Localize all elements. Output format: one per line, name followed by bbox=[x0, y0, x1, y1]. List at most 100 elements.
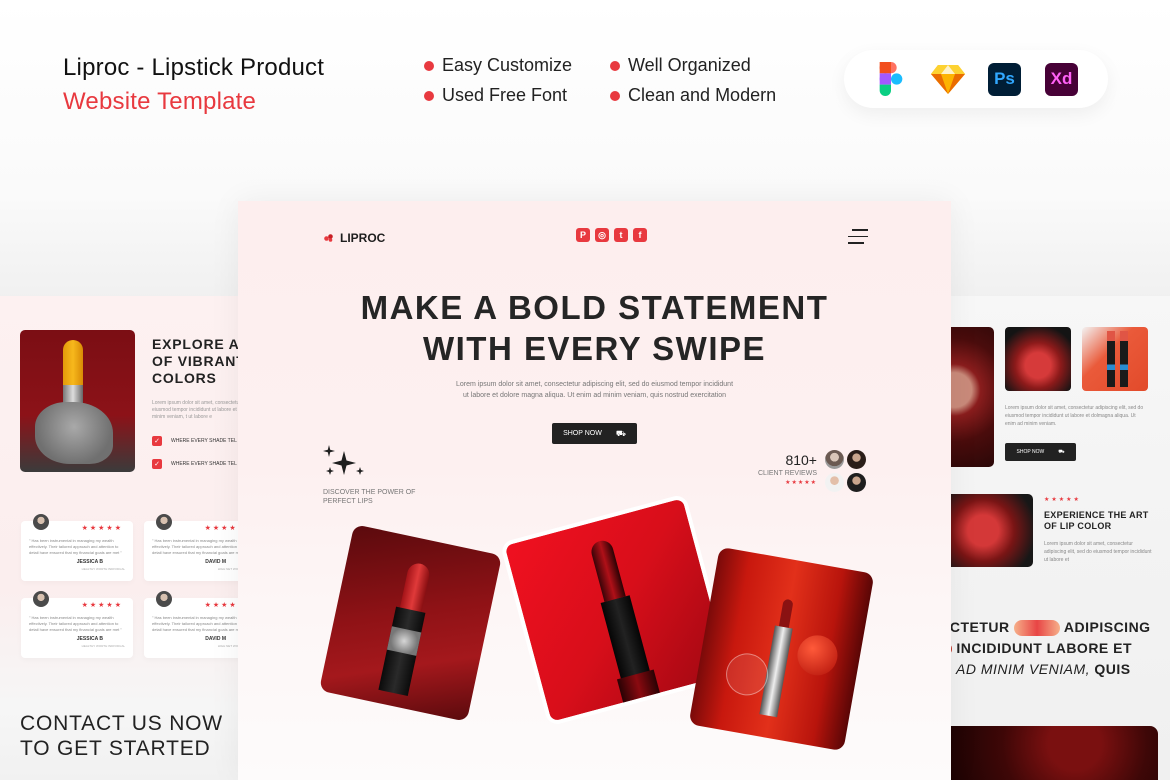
testimonial-name: DAVID M bbox=[205, 559, 226, 565]
avatar bbox=[156, 514, 172, 530]
xd-label: Xd bbox=[1045, 62, 1078, 96]
subtext-line: ut labore et dolore magna aliqua. Ut eni… bbox=[462, 392, 727, 399]
hero-subtext: Lorem ipsum dolor sit amet, consectetur … bbox=[238, 379, 951, 401]
statement-text: ECTETUR ADIPISCING INCIDIDUNT LABORE ET … bbox=[950, 617, 1151, 680]
cart-icon: ⛟ bbox=[1058, 448, 1065, 455]
feature-item: Well Organized bbox=[610, 55, 751, 76]
social-links: P ◎ t f bbox=[576, 228, 647, 242]
rating-stars: ★★★★★ bbox=[1044, 497, 1081, 503]
lipsticks-pair-image bbox=[1082, 327, 1148, 391]
testimonial-role: HIGH NET WORTH IN bbox=[217, 644, 240, 648]
explore-line: EXPLORE A V bbox=[152, 336, 240, 352]
lipstick-pill-image bbox=[1014, 620, 1061, 637]
rating-stars: ★★★★★ bbox=[204, 525, 240, 532]
twitter-icon[interactable]: t bbox=[614, 228, 628, 242]
rating-stars: ★★★★★ bbox=[204, 602, 240, 609]
explore-text: Lorem ipsum dolor sit amet, consectetur … bbox=[152, 400, 240, 420]
reviews-count: 810+ bbox=[785, 452, 817, 468]
experience-line: EXPERIENCE THE ART bbox=[1044, 510, 1149, 520]
reviews-label: CLIENT REVIEWS bbox=[758, 470, 817, 477]
client-reviews: 810+ CLIENT REVIEWS ★★★★★ bbox=[758, 452, 817, 486]
checkbox-icon[interactable]: ✓ bbox=[152, 459, 162, 469]
hero-heading: MAKE A BOLD STATEMENT WITH EVERY SWIPE bbox=[238, 287, 951, 369]
contact-line: TO GET STARTED bbox=[20, 737, 211, 760]
check-item: ✓ WHERE EVERY SHADE TEL bbox=[152, 436, 237, 446]
right-shop-now-button[interactable]: SHOP NOW ⛟ bbox=[1005, 443, 1076, 461]
discover-caption: DISCOVER THE POWER OF PERFECT LIPS bbox=[323, 488, 423, 506]
feature-label: Used Free Font bbox=[442, 85, 568, 105]
pinterest-icon[interactable]: P bbox=[576, 228, 590, 242]
testimonial-role: HEALTHY WORTH INDIVIDUAL bbox=[81, 567, 125, 571]
dark-red-banner-image bbox=[950, 726, 1158, 780]
avatar bbox=[825, 472, 844, 492]
check-item: ✓ WHERE EVERY SHADE TEL bbox=[152, 459, 237, 469]
feature-label: Clean and Modern bbox=[628, 85, 777, 105]
right-text: Lorem ipsum dolor sit amet, consectetur … bbox=[1005, 405, 1144, 427]
bullet-icon bbox=[610, 90, 620, 101]
testimonial-card: ★★★★★ " Has been instrumental in managin… bbox=[144, 514, 240, 581]
photoshop-label: Ps bbox=[988, 62, 1021, 96]
right-preview-panel: Lorem ipsum dolor sit amet, consectetur … bbox=[950, 296, 1170, 780]
feature-item: Used Free Font bbox=[424, 85, 567, 106]
testimonial-quote: " Has been instrumental in managing my w… bbox=[29, 538, 122, 555]
bullet-icon bbox=[424, 90, 434, 101]
avatar bbox=[156, 591, 172, 607]
main-preview: LIPROC P ◎ t f MAKE A BOLD STATEMENT WIT… bbox=[238, 201, 951, 780]
red-powder-lipstick-image bbox=[950, 494, 1033, 567]
shop-now-label: SHOP NOW bbox=[1016, 449, 1045, 455]
experience-line: OF LIP COLOR bbox=[1044, 521, 1112, 531]
experience-text: Lorem ipsum dolor sit amet, consectetur … bbox=[1044, 541, 1152, 563]
red-smoke-lipstick-image bbox=[1005, 327, 1071, 391]
discover-line: PERFECT LIPS bbox=[323, 498, 373, 505]
photoshop-icon: Ps bbox=[988, 62, 1022, 96]
facebook-icon[interactable]: f bbox=[633, 228, 647, 242]
cart-icon: ⛟ bbox=[615, 428, 626, 438]
testimonial-quote: " Has been instrumental in managing my w… bbox=[152, 615, 240, 632]
logo-text: LIPROC bbox=[340, 231, 386, 245]
feature-item: Easy Customize bbox=[424, 55, 572, 76]
template-title: Liproc - Lipstick Product bbox=[63, 54, 325, 81]
model-red-glasses-image bbox=[950, 327, 994, 467]
bullet-icon bbox=[610, 60, 620, 71]
statement-word: AD MINIM VENIAM, bbox=[956, 661, 1091, 677]
contact-heading: CONTACT US NOW TO GET STARTED bbox=[20, 711, 223, 761]
testimonial-quote: " Has been instrumental in managing my w… bbox=[29, 615, 122, 632]
hamburger-menu-icon[interactable] bbox=[848, 229, 868, 245]
feature-item: Clean and Modern bbox=[610, 85, 776, 106]
avatar bbox=[825, 450, 844, 469]
shop-now-label: SHOP NOW bbox=[563, 430, 602, 437]
discover-line: DISCOVER THE POWER OF bbox=[323, 489, 416, 496]
rating-stars: ★★★★★ bbox=[785, 480, 817, 486]
testimonial-role: HEALTHY WORTH INDIVIDUAL bbox=[81, 644, 125, 648]
brand-logo[interactable]: LIPROC bbox=[324, 231, 385, 245]
testimonial-name: JESSICA B bbox=[76, 559, 103, 565]
statement-word: ECTETUR bbox=[950, 619, 1010, 635]
testimonial-role: HIGH NET WORTH IN bbox=[217, 567, 240, 571]
instagram-icon[interactable]: ◎ bbox=[595, 228, 609, 242]
left-preview-panel: EXPLORE A V OF VIBRANT COLORS Lorem ipsu… bbox=[0, 296, 240, 780]
avatar bbox=[33, 514, 49, 530]
avatar bbox=[33, 591, 49, 607]
rating-stars: ★★★★★ bbox=[81, 602, 123, 609]
shop-now-button[interactable]: SHOP NOW ⛟ bbox=[552, 423, 637, 444]
check-label: WHERE EVERY SHADE TEL bbox=[171, 438, 237, 444]
xd-icon: Xd bbox=[1045, 62, 1079, 96]
avatar bbox=[847, 472, 866, 492]
sketch-icon bbox=[930, 62, 965, 96]
avatar bbox=[847, 450, 866, 469]
logo-icon bbox=[324, 234, 333, 242]
rating-stars: ★★★★★ bbox=[81, 525, 123, 532]
ornate-lipstick-image bbox=[318, 524, 503, 722]
hero-line: WITH EVERY SWIPE bbox=[422, 330, 767, 367]
checkbox-icon[interactable]: ✓ bbox=[152, 436, 162, 446]
explore-line: OF VIBRANT bbox=[152, 353, 240, 369]
explore-line: COLORS bbox=[152, 370, 217, 386]
testimonial-quote: " Has been instrumental in managing my w… bbox=[152, 538, 240, 555]
statement-word: INCIDIDUNT LABORE ET bbox=[956, 640, 1133, 656]
reviewer-avatars bbox=[825, 450, 867, 492]
testimonial-card: ★★★★★ " Has been instrumental in managin… bbox=[144, 591, 240, 658]
statement-word: QUIS bbox=[1094, 661, 1131, 677]
feature-label: Easy Customize bbox=[442, 55, 573, 75]
bullet-icon bbox=[424, 60, 434, 71]
statement-word: ADIPISCING bbox=[1063, 619, 1151, 635]
